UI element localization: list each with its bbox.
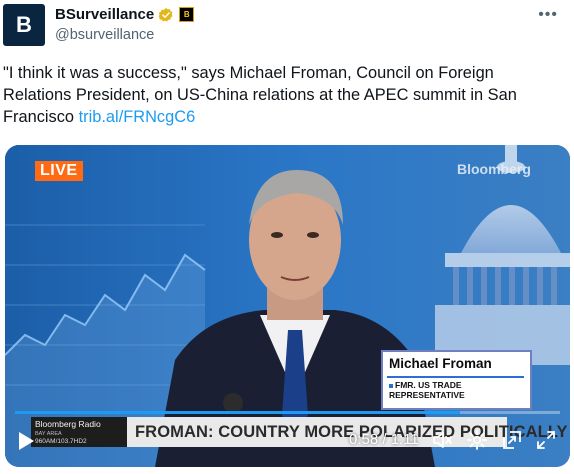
avatar[interactable]: B [3, 4, 45, 46]
nameplate-divider [387, 376, 524, 378]
display-name[interactable]: BSurveillance [55, 6, 154, 23]
avatar-letter: B [16, 12, 32, 37]
author-row: BSurveillance B [55, 6, 195, 23]
channel-logo: Bloomberg [457, 161, 531, 177]
video-player[interactable]: LIVE Bloomberg Michael Froman FMR. US TR… [5, 145, 570, 467]
guest-title-line2: REPRESENTATIVE [389, 390, 465, 400]
affiliation-letter: B [183, 10, 190, 19]
progress-fill [15, 411, 461, 414]
progress-bar[interactable] [15, 411, 560, 414]
more-icon[interactable]: ••• [538, 6, 558, 24]
guest-name: Michael Froman [389, 356, 492, 371]
fullscreen-icon[interactable] [535, 429, 557, 451]
pip-icon[interactable] [501, 429, 523, 451]
radio-name: Bloomberg Radio [35, 419, 101, 429]
radio-bug: Bloomberg Radio BAY AREA 960AM/103.7HD2 [31, 417, 127, 447]
tweet-link[interactable]: trib.al/FRNcgC6 [79, 108, 196, 126]
lower-third-nameplate: Michael Froman FMR. US TRADE REPRESENTAT… [381, 350, 532, 410]
bullet-icon [389, 383, 393, 388]
radio-area: BAY AREA [35, 431, 62, 437]
settings-icon[interactable] [466, 429, 488, 451]
tweet-text: "I think it was a success," says Michael… [3, 62, 563, 128]
live-badge: LIVE [35, 161, 83, 181]
verified-icon [159, 7, 173, 21]
guest-title-line1: FMR. US TRADE [395, 380, 462, 390]
time-display: 0:58 / 1:11 [349, 431, 419, 448]
mute-icon[interactable] [431, 429, 453, 451]
affiliation-badge[interactable]: B [179, 7, 195, 22]
play-icon[interactable] [17, 431, 35, 451]
handle[interactable]: @bsurveillance [55, 27, 154, 43]
radio-frequency: 960AM/103.7HD2 [35, 438, 87, 445]
guest-title: FMR. US TRADE REPRESENTATIVE [389, 380, 465, 400]
